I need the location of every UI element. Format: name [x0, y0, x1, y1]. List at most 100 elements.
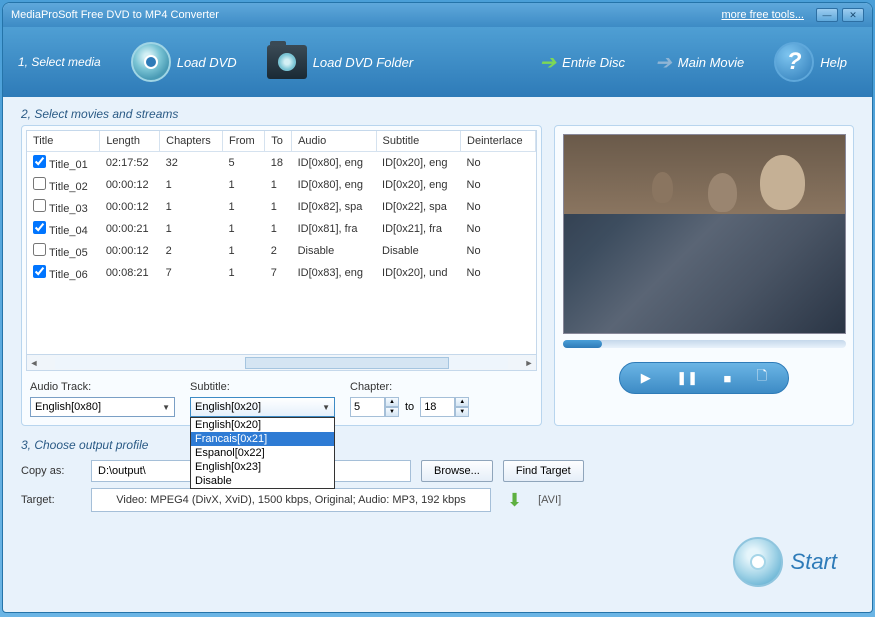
cell: 7 — [265, 262, 292, 284]
column-header[interactable]: Length — [100, 131, 160, 152]
spin-down-icon[interactable]: ▼ — [455, 407, 469, 417]
seek-bar[interactable] — [563, 340, 846, 348]
play-button[interactable]: ▶ — [641, 370, 651, 386]
row-checkbox[interactable] — [33, 155, 46, 168]
spin-up-icon[interactable]: ▲ — [385, 397, 399, 407]
copy-as-label: Copy as: — [21, 465, 81, 477]
subtitle-combo[interactable]: English[0x20] ▼ — [190, 397, 335, 417]
cell: ID[0x21], fra — [376, 218, 460, 240]
cell: No — [461, 152, 536, 175]
cell: 1 — [223, 240, 265, 262]
cell: No — [461, 196, 536, 218]
cell: No — [461, 240, 536, 262]
target-format: [AVI] — [538, 494, 561, 506]
pause-button[interactable]: ❚❚ — [676, 370, 698, 386]
help-button[interactable]: ? Help — [764, 38, 857, 86]
row-checkbox[interactable] — [33, 221, 46, 234]
minimize-button[interactable]: — — [816, 8, 838, 22]
find-target-button[interactable]: Find Target — [503, 460, 584, 482]
chevron-down-icon: ▼ — [322, 403, 330, 412]
main-toolbar: 1, Select media Load DVD Load DVD Folder… — [3, 27, 872, 97]
chapter-from-spinner[interactable]: ▲▼ — [350, 397, 399, 417]
cell: No — [461, 218, 536, 240]
cell: ID[0x22], spa — [376, 196, 460, 218]
entire-disc-button[interactable]: ➔ Entrie Disc — [529, 46, 635, 79]
column-header[interactable]: Title — [27, 131, 100, 152]
start-button[interactable]: Start — [733, 537, 837, 587]
disc-icon — [733, 537, 783, 587]
target-profile-box[interactable]: Video: MPEG4 (DivX, XviD), 1500 kbps, Or… — [91, 488, 491, 512]
close-button[interactable]: ✕ — [842, 8, 864, 22]
arrow-right-icon: ➔ — [655, 50, 672, 75]
table-row[interactable]: Title_0500:00:12212DisableDisableNo — [27, 240, 536, 262]
cell: ID[0x81], fra — [292, 218, 376, 240]
cell: ID[0x82], spa — [292, 196, 376, 218]
audio-track-value: English[0x80] — [35, 401, 101, 413]
dropdown-option[interactable]: Francais[0x21] — [191, 432, 334, 446]
audio-track-combo[interactable]: English[0x80] ▼ — [30, 397, 175, 417]
more-tools-link[interactable]: more free tools... — [721, 9, 804, 21]
cell: 00:00:12 — [100, 196, 160, 218]
spin-down-icon[interactable]: ▼ — [385, 407, 399, 417]
table-row[interactable]: Title_0102:17:5232518ID[0x80], engID[0x2… — [27, 152, 536, 175]
table-row[interactable]: Title_0300:00:12111ID[0x82], spaID[0x22]… — [27, 196, 536, 218]
load-dvd-button[interactable]: Load DVD — [121, 38, 247, 86]
table-row[interactable]: Title_0600:08:21717ID[0x83], engID[0x20]… — [27, 262, 536, 284]
playback-controls: ▶ ❚❚ ■ 🗋 — [619, 362, 789, 394]
subtitle-label: Subtitle: — [190, 381, 335, 393]
table-row[interactable]: Title_0400:00:21111ID[0x81], fraID[0x21]… — [27, 218, 536, 240]
chevron-down-icon: ▼ — [162, 403, 170, 412]
entire-disc-label: Entrie Disc — [562, 55, 625, 70]
table-row[interactable]: Title_0200:00:12111ID[0x80], engID[0x20]… — [27, 174, 536, 196]
row-checkbox[interactable] — [33, 199, 46, 212]
chapter-from-input[interactable] — [350, 397, 385, 417]
titles-panel: TitleLengthChaptersFromToAudioSubtitleDe… — [21, 125, 542, 426]
cell: 00:00:12 — [100, 174, 160, 196]
section2-label: 2, Select movies and streams — [3, 97, 872, 125]
cell: 5 — [223, 152, 265, 175]
titles-table: TitleLengthChaptersFromToAudioSubtitleDe… — [27, 131, 536, 284]
target-label: Target: — [21, 494, 81, 506]
horizontal-scrollbar[interactable]: ◄► — [26, 355, 537, 371]
row-checkbox[interactable] — [33, 265, 46, 278]
dropdown-option[interactable]: Disable — [191, 474, 334, 488]
cell: No — [461, 262, 536, 284]
load-dvd-label: Load DVD — [177, 55, 237, 70]
column-header[interactable]: Chapters — [160, 131, 223, 152]
stop-button[interactable]: ■ — [723, 371, 731, 386]
row-checkbox[interactable] — [33, 243, 46, 256]
dropdown-option[interactable]: Espanol[0x22] — [191, 446, 334, 460]
cell: 1 — [223, 262, 265, 284]
cell: ID[0x80], eng — [292, 152, 376, 175]
load-dvd-folder-button[interactable]: Load DVD Folder — [257, 41, 423, 83]
cell: ID[0x20], und — [376, 262, 460, 284]
column-header[interactable]: Subtitle — [376, 131, 460, 152]
browse-button[interactable]: Browse... — [421, 460, 493, 482]
help-label: Help — [820, 55, 847, 70]
chapter-to-input[interactable] — [420, 397, 455, 417]
spin-up-icon[interactable]: ▲ — [455, 397, 469, 407]
arrow-right-icon: ➔ — [539, 50, 556, 75]
load-folder-label: Load DVD Folder — [313, 55, 413, 70]
column-header[interactable]: Audio — [292, 131, 376, 152]
cell: 18 — [265, 152, 292, 175]
main-movie-button[interactable]: ➔ Main Movie — [645, 46, 754, 79]
chapter-to-spinner[interactable]: ▲▼ — [420, 397, 469, 417]
cell: ID[0x83], eng — [292, 262, 376, 284]
cell: Disable — [376, 240, 460, 262]
row-checkbox[interactable] — [33, 177, 46, 190]
subtitle-dropdown: English[0x20]Francais[0x21]Espanol[0x22]… — [190, 417, 335, 489]
arrow-down-icon[interactable]: ⬇ — [507, 490, 522, 511]
dropdown-option[interactable]: English[0x20] — [191, 418, 334, 432]
column-header[interactable]: From — [223, 131, 265, 152]
column-header[interactable]: To — [265, 131, 292, 152]
step1-label: 1, Select media — [18, 55, 101, 69]
cell: 1 — [160, 196, 223, 218]
column-header[interactable]: Deinterlace — [461, 131, 536, 152]
video-preview[interactable] — [563, 134, 846, 334]
dropdown-option[interactable]: English[0x23] — [191, 460, 334, 474]
cell: 32 — [160, 152, 223, 175]
snapshot-button[interactable]: 🗋 — [757, 367, 767, 389]
cell: 1 — [265, 218, 292, 240]
disc-icon — [131, 42, 171, 82]
